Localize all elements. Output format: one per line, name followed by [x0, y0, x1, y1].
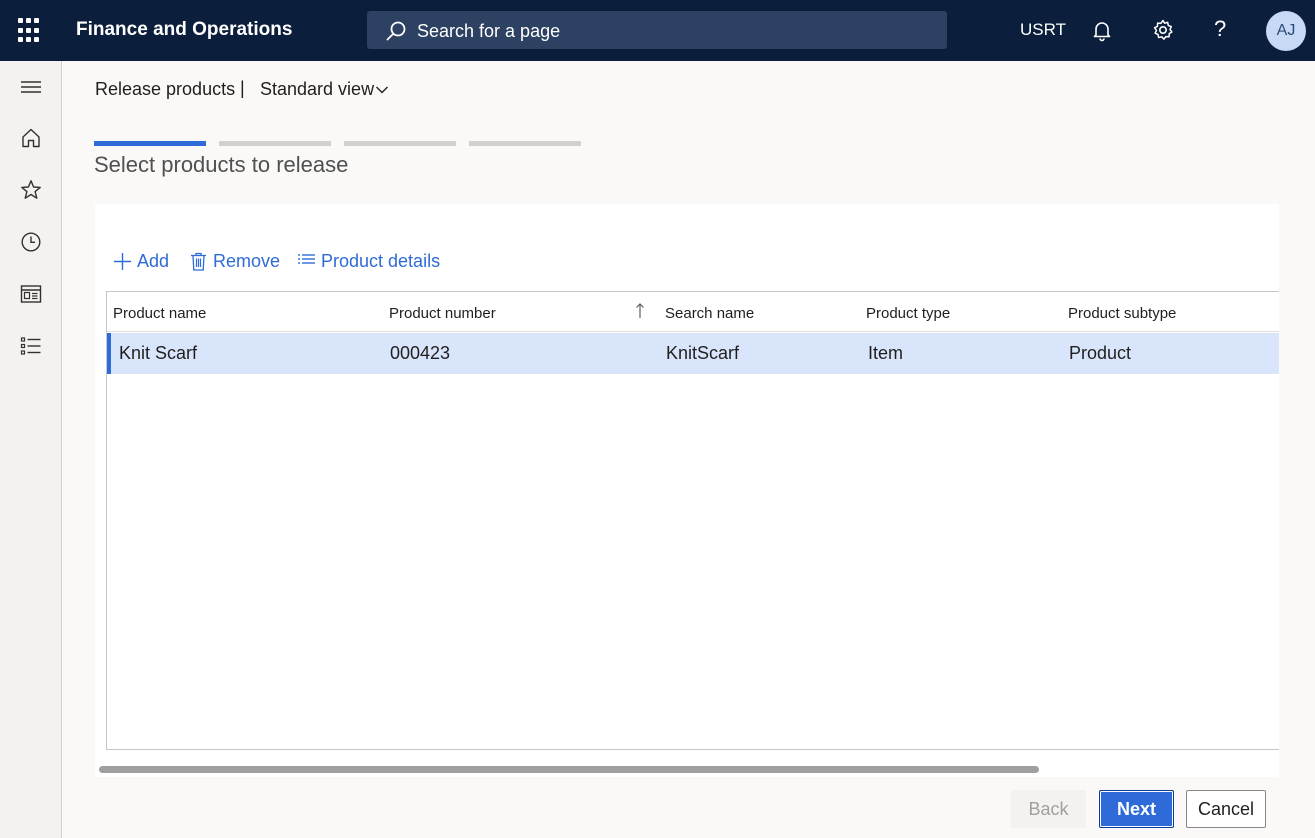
column-header-product-number[interactable]: Product number: [389, 305, 496, 322]
cell-product-subtype: Product: [1069, 343, 1132, 363]
app-launcher-icon[interactable]: [18, 18, 44, 44]
column-header-product-name[interactable]: Product name: [113, 305, 206, 322]
cell-search-name: KnitScarf: [666, 343, 740, 363]
search-placeholder: Search for a page: [417, 21, 561, 41]
grid-header: Product name Product number Search name …: [107, 292, 1279, 332]
trash-icon: [191, 252, 206, 271]
column-header-product-type[interactable]: Product type: [866, 305, 950, 322]
star-icon[interactable]: [19, 178, 43, 202]
next-button[interactable]: Next: [1099, 790, 1174, 828]
company-selector[interactable]: USRT: [1020, 20, 1066, 40]
products-grid: Product name Product number Search name …: [106, 291, 1279, 750]
column-header-search-name[interactable]: Search name: [665, 305, 754, 322]
workspace-icon[interactable]: [19, 282, 43, 306]
plus-icon: [114, 253, 131, 270]
left-navigation: [0, 61, 62, 838]
product-details-button[interactable]: Product details: [297, 249, 442, 275]
bell-icon[interactable]: [1090, 18, 1114, 42]
wizard-step-2: [219, 141, 331, 146]
add-button[interactable]: Add: [113, 249, 173, 275]
menu-icon[interactable]: [19, 75, 43, 99]
back-button: Back: [1011, 790, 1086, 828]
breadcrumb-separator: |: [240, 78, 245, 98]
top-bar: Finance and Operations Search for a page…: [0, 0, 1315, 61]
wizard-step-1: [94, 141, 206, 146]
column-header-product-subtype[interactable]: Product subtype: [1068, 305, 1176, 322]
page-title: Select products to release: [94, 152, 349, 177]
avatar[interactable]: AJ: [1266, 11, 1306, 51]
remove-button[interactable]: Remove: [190, 249, 280, 275]
app-title[interactable]: Finance and Operations: [76, 19, 292, 41]
view-label: Standard view: [260, 79, 375, 99]
wizard-step-3: [344, 141, 456, 146]
view-selector[interactable]: Standard view: [260, 79, 388, 100]
details-list-icon: [298, 254, 315, 264]
horizontal-scrollbar[interactable]: [99, 766, 1039, 773]
cell-product-name: Knit Scarf: [119, 343, 198, 363]
wizard-step-4: [469, 141, 581, 146]
product-details-label: Product details: [321, 251, 441, 271]
search-box[interactable]: Search for a page: [367, 11, 947, 49]
cell-product-number: 000423: [390, 343, 451, 363]
sort-ascending-icon[interactable]: [635, 302, 645, 320]
remove-label: Remove: [213, 251, 281, 271]
list-icon[interactable]: [19, 334, 43, 358]
table-row[interactable]: Knit Scarf 000423 KnitScarf Item Product: [107, 333, 1279, 374]
gear-icon[interactable]: [1151, 18, 1175, 42]
search-icon: [386, 21, 406, 41]
breadcrumb: Release products: [95, 79, 236, 99]
chevron-down-icon: [376, 86, 388, 94]
clock-icon[interactable]: [19, 230, 43, 254]
cancel-button[interactable]: Cancel: [1186, 790, 1266, 828]
home-icon[interactable]: [19, 126, 43, 150]
cell-product-type: Item: [868, 343, 904, 363]
help-icon[interactable]: ?: [1214, 16, 1226, 42]
add-label: Add: [137, 251, 170, 271]
